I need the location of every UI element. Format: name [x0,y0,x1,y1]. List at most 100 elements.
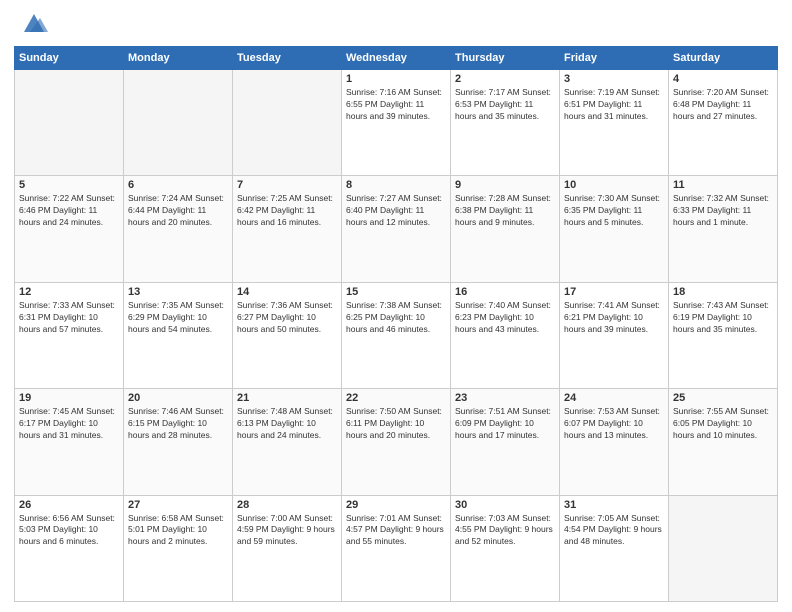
cell-content: Sunrise: 7:05 AM Sunset: 4:54 PM Dayligh… [564,513,664,549]
col-header-sunday: Sunday [15,47,124,70]
day-number: 21 [237,392,337,404]
day-number: 19 [19,392,119,404]
day-number: 20 [128,392,228,404]
cell-content: Sunrise: 7:16 AM Sunset: 6:55 PM Dayligh… [346,87,446,123]
logo [14,10,48,38]
day-number: 31 [564,499,664,511]
cell-content: Sunrise: 7:01 AM Sunset: 4:57 PM Dayligh… [346,513,446,549]
col-header-tuesday: Tuesday [233,47,342,70]
calendar-week-row: 12Sunrise: 7:33 AM Sunset: 6:31 PM Dayli… [15,282,778,388]
day-number: 1 [346,73,446,85]
cell-content: Sunrise: 7:53 AM Sunset: 6:07 PM Dayligh… [564,406,664,442]
cell-content: Sunrise: 7:32 AM Sunset: 6:33 PM Dayligh… [673,193,773,229]
calendar-cell: 23 Sunrise: 7:51 AM Sunset: 6:09 PM Dayli… [451,389,560,495]
calendar-cell [669,495,778,601]
day-number: 2 [455,73,555,85]
calendar-cell: 26Sunrise: 6:56 AM Sunset: 5:03 PM Dayli… [15,495,124,601]
day-number: 7 [237,179,337,191]
col-header-thursday: Thursday [451,47,560,70]
day-number: 30 [455,499,555,511]
calendar-cell [124,70,233,176]
calendar-cell: 18 Sunrise: 7:43 AM Sunset: 6:19 PM Dayli… [669,282,778,388]
day-number: 6 [128,179,228,191]
col-header-monday: Monday [124,47,233,70]
calendar-cell: 13Sunrise: 7:35 AM Sunset: 6:29 PM Dayli… [124,282,233,388]
cell-content: Sunrise: 7:45 AM Sunset: 6:17 PM Dayligh… [19,406,119,442]
header [14,10,778,38]
cell-content: Sunrise: 7:25 AM Sunset: 6:42 PM Dayligh… [237,193,337,229]
cell-content: Sunrise: 7:00 AM Sunset: 4:59 PM Dayligh… [237,513,337,549]
calendar-cell: 25 Sunrise: 7:55 AM Sunset: 6:05 PM Dayli… [669,389,778,495]
calendar-cell: 21 Sunrise: 7:48 AM Sunset: 6:13 PM Dayli… [233,389,342,495]
cell-content: Sunrise: 7:27 AM Sunset: 6:40 PM Dayligh… [346,193,446,229]
calendar-cell: 3Sunrise: 7:19 AM Sunset: 6:51 PM Daylig… [560,70,669,176]
cell-content: Sunrise: 7:22 AM Sunset: 6:46 PM Dayligh… [19,193,119,229]
calendar-cell: 15 Sunrise: 7:38 AM Sunset: 6:25 PM Dayli… [342,282,451,388]
calendar-cell: 22Sunrise: 7:50 AM Sunset: 6:11 PM Dayli… [342,389,451,495]
day-number: 11 [673,179,773,191]
day-number: 16 [455,286,555,298]
calendar-cell: 31 Sunrise: 7:05 AM Sunset: 4:54 PM Dayli… [560,495,669,601]
cell-content: Sunrise: 7:46 AM Sunset: 6:15 PM Dayligh… [128,406,228,442]
calendar-cell: 10Sunrise: 7:30 AM Sunset: 6:35 PM Dayli… [560,176,669,282]
col-header-friday: Friday [560,47,669,70]
calendar-cell: 27 Sunrise: 6:58 AM Sunset: 5:01 PM Dayli… [124,495,233,601]
day-number: 24 [564,392,664,404]
day-number: 27 [128,499,228,511]
day-number: 10 [564,179,664,191]
calendar-cell: 12Sunrise: 7:33 AM Sunset: 6:31 PM Dayli… [15,282,124,388]
calendar-cell: 19 Sunrise: 7:45 AM Sunset: 6:17 PM Dayli… [15,389,124,495]
cell-content: Sunrise: 7:33 AM Sunset: 6:31 PM Dayligh… [19,300,119,336]
calendar-cell: 29Sunrise: 7:01 AM Sunset: 4:57 PM Dayli… [342,495,451,601]
calendar-cell: 6Sunrise: 7:24 AM Sunset: 6:44 PM Daylig… [124,176,233,282]
cell-content: Sunrise: 7:51 AM Sunset: 6:09 PM Dayligh… [455,406,555,442]
calendar-table: SundayMondayTuesdayWednesdayThursdayFrid… [14,46,778,602]
calendar-cell: 9 Sunrise: 7:28 AM Sunset: 6:38 PM Daylig… [451,176,560,282]
calendar-cell: 17 Sunrise: 7:41 AM Sunset: 6:21 PM Dayli… [560,282,669,388]
day-number: 5 [19,179,119,191]
calendar-cell: 24 Sunrise: 7:53 AM Sunset: 6:07 PM Dayli… [560,389,669,495]
day-number: 14 [237,286,337,298]
day-number: 13 [128,286,228,298]
calendar-cell: 14 Sunrise: 7:36 AM Sunset: 6:27 PM Dayli… [233,282,342,388]
calendar-cell: 11 Sunrise: 7:32 AM Sunset: 6:33 PM Dayli… [669,176,778,282]
cell-content: Sunrise: 6:56 AM Sunset: 5:03 PM Dayligh… [19,513,119,549]
cell-content: Sunrise: 7:55 AM Sunset: 6:05 PM Dayligh… [673,406,773,442]
logo-icon [20,10,48,38]
cell-content: Sunrise: 7:17 AM Sunset: 6:53 PM Dayligh… [455,87,555,123]
cell-content: Sunrise: 7:40 AM Sunset: 6:23 PM Dayligh… [455,300,555,336]
cell-content: Sunrise: 7:48 AM Sunset: 6:13 PM Dayligh… [237,406,337,442]
day-number: 18 [673,286,773,298]
day-number: 9 [455,179,555,191]
cell-content: Sunrise: 7:41 AM Sunset: 6:21 PM Dayligh… [564,300,664,336]
cell-content: Sunrise: 7:43 AM Sunset: 6:19 PM Dayligh… [673,300,773,336]
calendar-cell: 7 Sunrise: 7:25 AM Sunset: 6:42 PM Daylig… [233,176,342,282]
calendar-cell: 8Sunrise: 7:27 AM Sunset: 6:40 PM Daylig… [342,176,451,282]
day-number: 4 [673,73,773,85]
cell-content: Sunrise: 7:36 AM Sunset: 6:27 PM Dayligh… [237,300,337,336]
calendar-week-row: 19 Sunrise: 7:45 AM Sunset: 6:17 PM Dayli… [15,389,778,495]
calendar-cell: 20 Sunrise: 7:46 AM Sunset: 6:15 PM Dayli… [124,389,233,495]
cell-content: Sunrise: 7:20 AM Sunset: 6:48 PM Dayligh… [673,87,773,123]
cell-content: Sunrise: 7:28 AM Sunset: 6:38 PM Dayligh… [455,193,555,229]
cell-content: Sunrise: 7:50 AM Sunset: 6:11 PM Dayligh… [346,406,446,442]
calendar-cell [233,70,342,176]
calendar-cell: 1 Sunrise: 7:16 AM Sunset: 6:55 PM Daylig… [342,70,451,176]
cell-content: Sunrise: 6:58 AM Sunset: 5:01 PM Dayligh… [128,513,228,549]
calendar-header-row: SundayMondayTuesdayWednesdayThursdayFrid… [15,47,778,70]
day-number: 23 [455,392,555,404]
calendar-cell: 28 Sunrise: 7:00 AM Sunset: 4:59 PM Dayli… [233,495,342,601]
day-number: 25 [673,392,773,404]
page: SundayMondayTuesdayWednesdayThursdayFrid… [0,0,792,612]
day-number: 28 [237,499,337,511]
calendar-cell: 2 Sunrise: 7:17 AM Sunset: 6:53 PM Daylig… [451,70,560,176]
calendar-week-row: 5 Sunrise: 7:22 AM Sunset: 6:46 PM Daylig… [15,176,778,282]
col-header-saturday: Saturday [669,47,778,70]
calendar-cell: 5 Sunrise: 7:22 AM Sunset: 6:46 PM Daylig… [15,176,124,282]
cell-content: Sunrise: 7:38 AM Sunset: 6:25 PM Dayligh… [346,300,446,336]
day-number: 17 [564,286,664,298]
calendar-cell [15,70,124,176]
day-number: 3 [564,73,664,85]
calendar-week-row: 26Sunrise: 6:56 AM Sunset: 5:03 PM Dayli… [15,495,778,601]
day-number: 15 [346,286,446,298]
